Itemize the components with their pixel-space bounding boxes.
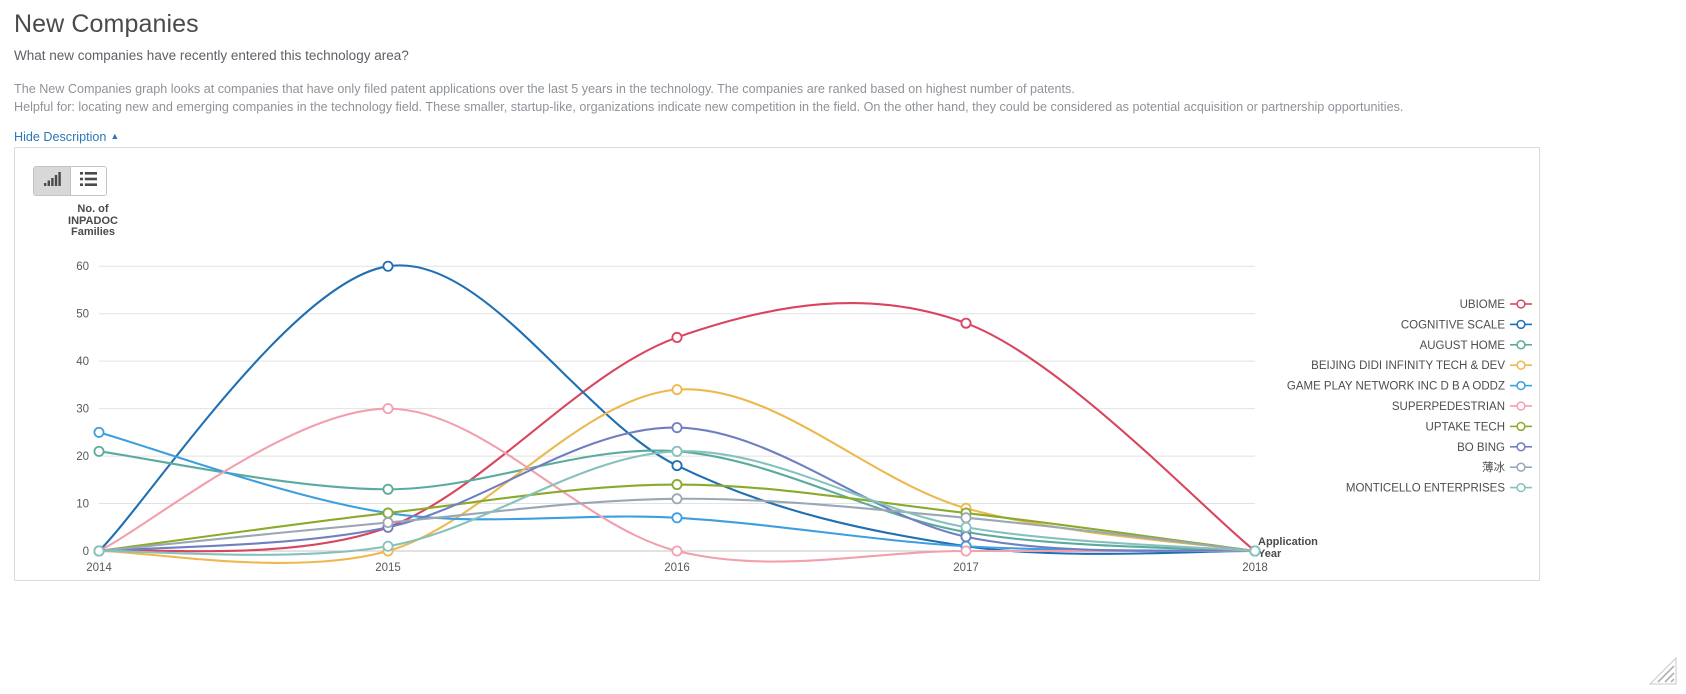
data-point-marker[interactable]: [671, 331, 683, 343]
legend-marker-icon: [1516, 462, 1526, 472]
x-tick-label: 2015: [375, 562, 401, 574]
legend-marker-icon: [1516, 299, 1526, 309]
data-point-marker[interactable]: [960, 521, 972, 533]
y-tick-label: 30: [76, 404, 89, 416]
data-point-marker[interactable]: [1249, 545, 1261, 557]
line-chart-plot: 0 10 20 30 40 50 60 2014 2015 2016 2017 2018 UBIOME C…: [76, 260, 1532, 574]
data-point-marker[interactable]: [960, 317, 972, 329]
legend-marker-icon: [1516, 319, 1526, 330]
x-tick-label: 2018: [1242, 562, 1268, 574]
data-point-marker[interactable]: [960, 512, 972, 524]
x-tick-label: 2017: [953, 562, 979, 574]
legend-marker-icon: [1516, 360, 1526, 370]
data-point-marker[interactable]: [960, 531, 972, 543]
chart-panel: No. of INPADOC Families Application Year 01…: [14, 147, 1540, 581]
data-point-marker[interactable]: [960, 545, 972, 557]
y-tick-label: 60: [76, 261, 89, 273]
x-tick-label: 2014: [86, 562, 112, 574]
caret-up-icon: ▲: [110, 131, 120, 141]
data-point-marker[interactable]: [671, 460, 683, 472]
data-point-marker[interactable]: [671, 479, 683, 491]
legend-label[interactable]: COGNITIVE SCALE: [1401, 319, 1505, 331]
y-tick-label: 10: [76, 499, 89, 511]
legend-label[interactable]: SUPERPEDESTRIAN: [1392, 401, 1505, 413]
legend-label[interactable]: MONTICELLO ENTERPRISES: [1346, 483, 1505, 495]
legend-label[interactable]: GAME PLAY NETWORK INC D B A ODDZ: [1287, 381, 1505, 393]
data-point-marker[interactable]: [93, 545, 105, 557]
data-point-marker[interactable]: [382, 517, 394, 529]
y-tick-label: 40: [76, 356, 89, 368]
page-subtitle: What new companies have recently entered…: [14, 48, 409, 63]
page-title: New Companies: [14, 10, 199, 38]
resize-handle[interactable]: [1648, 656, 1678, 686]
description-line-2: Helpful for: locating new and emerging c…: [14, 100, 1404, 114]
data-point-marker[interactable]: [671, 512, 683, 524]
y-tick-label: 50: [76, 309, 89, 321]
legend-label[interactable]: UPTAKE TECH: [1426, 421, 1505, 433]
series-line[interactable]: [97, 388, 1257, 565]
y-tick-label: 20: [76, 451, 89, 463]
data-point-marker[interactable]: [671, 384, 683, 396]
data-point-marker[interactable]: [671, 422, 683, 434]
page-header: New Companies What new companies have re…: [0, 0, 1686, 146]
legend-marker-icon: [1516, 442, 1526, 452]
data-point-marker[interactable]: [382, 403, 394, 415]
data-point-marker[interactable]: [382, 483, 394, 495]
new-companies-page: New Companies What new companies have re…: [0, 0, 1686, 694]
legend-marker-icon: [1516, 380, 1526, 391]
legend-marker-icon: [1516, 421, 1526, 432]
legend-label[interactable]: 薄冰: [1482, 460, 1505, 474]
legend-label[interactable]: AUGUST HOME: [1420, 340, 1506, 352]
y-tick-label: 0: [83, 546, 89, 558]
description-line-1: The New Companies graph looks at compani…: [14, 82, 1075, 96]
data-point-marker[interactable]: [382, 260, 394, 272]
legend-label[interactable]: BO BING: [1457, 442, 1505, 454]
hide-description-link[interactable]: Hide Description ▲: [14, 130, 119, 144]
legend-marker-icon: [1516, 482, 1526, 493]
data-point-marker[interactable]: [671, 545, 683, 557]
legend-marker-icon: [1516, 401, 1526, 411]
series-line[interactable]: [97, 264, 1257, 555]
data-point-marker[interactable]: [671, 493, 683, 505]
x-tick-label: 2016: [664, 562, 690, 574]
data-point-marker[interactable]: [382, 540, 394, 552]
legend-marker-icon: [1516, 340, 1526, 350]
data-point-marker[interactable]: [93, 445, 105, 457]
legend-label[interactable]: UBIOME: [1460, 299, 1506, 311]
data-point-marker[interactable]: [382, 507, 394, 519]
data-point-marker[interactable]: [93, 426, 105, 438]
hide-description-label: Hide Description: [14, 130, 107, 144]
legend-label[interactable]: BEIJING DIDI INFINITY TECH & DEV: [1311, 360, 1505, 372]
data-point-marker[interactable]: [671, 445, 683, 457]
